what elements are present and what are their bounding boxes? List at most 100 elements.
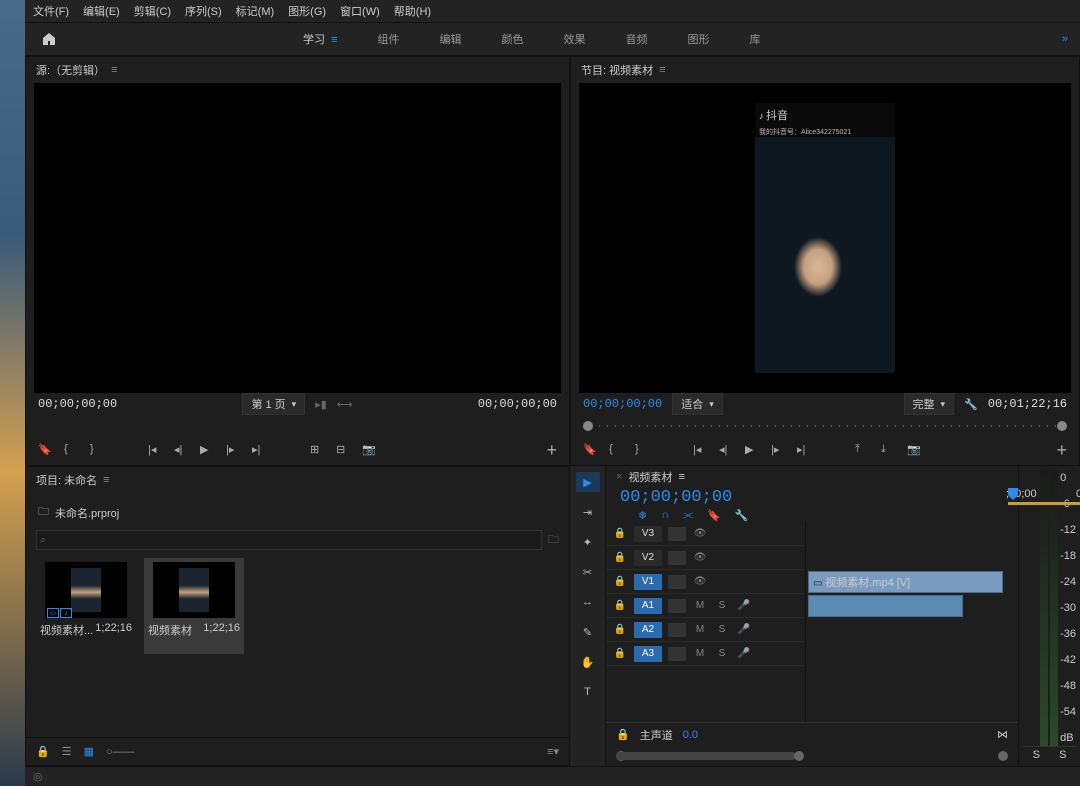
marker-icon[interactable]: 🔖 xyxy=(38,443,52,457)
program-title: 节目: 视频素材 xyxy=(581,62,653,78)
new-bin-icon[interactable]: 🗀 xyxy=(548,531,559,550)
project-bin-item[interactable]: 视频素材1;22;16 xyxy=(144,558,244,654)
track-v3[interactable]: 🔒V3👁 xyxy=(606,522,805,546)
panel-menu-icon[interactable]: ≡ xyxy=(111,64,117,76)
source-viewer[interactable] xyxy=(34,83,561,393)
workspace-editing[interactable]: 编辑 xyxy=(434,27,468,51)
step-fwd-icon[interactable]: ▸▮ xyxy=(315,398,327,411)
in-point-icon[interactable]: { xyxy=(64,443,78,457)
menu-edit[interactable]: 编辑(E) xyxy=(83,3,120,19)
workspace-bar: 学习 ≡ 组件 编辑 颜色 效果 音频 图形 库 » xyxy=(25,22,1080,56)
menu-clip[interactable]: 剪辑(C) xyxy=(134,3,171,19)
project-title: 项目: 未命名 xyxy=(36,472,97,488)
play-icon[interactable]: ▶ xyxy=(200,443,214,457)
track-v2[interactable]: 🔒V2👁 xyxy=(606,546,805,570)
wrench-icon[interactable]: 🔧 xyxy=(964,398,978,411)
workspace-assembly[interactable]: 组件 xyxy=(372,27,406,51)
marker-icon[interactable]: 🔖 xyxy=(707,509,721,522)
track-a2[interactable]: 🔒A2MS🎤 xyxy=(606,618,805,642)
lift-icon[interactable]: ⤒ xyxy=(855,443,869,457)
timeline-ruler[interactable]: ;00;00 00;00;29;29 00;00;59;28 00;01;29;… xyxy=(1006,488,1018,508)
master-track[interactable]: 🔒主声道 0.0 ⋈ xyxy=(606,722,1018,746)
timeline-tracks[interactable]: ▭ 视频素材.mp4 [V] xyxy=(806,522,1018,722)
goto-out-icon[interactable]: ▸| xyxy=(797,443,811,457)
menu-marker[interactable]: 标记(M) xyxy=(236,3,275,19)
panel-menu-icon[interactable]: ≡ xyxy=(678,471,684,483)
project-bin-item[interactable]: ▭♪ 视频素材...1;22;16 xyxy=(36,558,136,654)
loop-icon[interactable]: ⟷ xyxy=(337,398,353,411)
sort-icon[interactable]: ≡▾ xyxy=(547,745,559,758)
extract-icon[interactable]: ⤓ xyxy=(881,443,895,457)
magnet-icon[interactable]: ∩ xyxy=(661,509,669,522)
project-search-input[interactable] xyxy=(36,530,542,550)
settings-icon[interactable]: 🔧 xyxy=(735,509,749,522)
track-v1[interactable]: 🔒V1👁 xyxy=(606,570,805,594)
button-editor-icon[interactable]: + xyxy=(546,440,557,461)
program-monitor-panel: 节目: 视频素材 ≡ ♪ 抖音 我的抖音号：Alice342275021 00;… xyxy=(570,56,1080,466)
workspace-learning[interactable]: 学习 ≡ xyxy=(297,27,344,51)
track-a1[interactable]: 🔒A1MS🎤 xyxy=(606,594,805,618)
step-fwd-icon[interactable]: |▸ xyxy=(226,443,240,457)
panel-menu-icon[interactable]: ≡ xyxy=(103,474,109,486)
workspace-audio[interactable]: 音频 xyxy=(620,27,654,51)
in-point-icon[interactable]: { xyxy=(609,443,623,457)
home-icon[interactable] xyxy=(37,27,61,51)
workspace-overflow-icon[interactable]: » xyxy=(1062,33,1068,45)
timeline-zoom-scroll[interactable] xyxy=(616,748,1008,764)
goto-out-icon[interactable]: ▸| xyxy=(252,443,266,457)
quality-select[interactable]: 完整▾ xyxy=(904,393,955,415)
export-frame-icon[interactable]: 📷 xyxy=(907,443,921,457)
step-back-icon[interactable]: ◂| xyxy=(174,443,188,457)
overwrite-icon[interactable]: ⊟ xyxy=(336,443,350,457)
track-select-tool-icon[interactable]: ⇥ xyxy=(576,502,600,522)
out-point-icon[interactable]: } xyxy=(635,443,649,457)
video-clip[interactable]: ▭ 视频素材.mp4 [V] xyxy=(808,571,1003,593)
goto-in-icon[interactable]: |◂ xyxy=(693,443,707,457)
audio-clip[interactable] xyxy=(808,595,963,617)
link-icon[interactable]: ⫘ xyxy=(683,509,693,522)
menu-help[interactable]: 帮助(H) xyxy=(394,3,431,19)
export-frame-icon[interactable]: 📷 xyxy=(362,443,376,457)
menu-sequence[interactable]: 序列(S) xyxy=(185,3,222,19)
snap-icon[interactable]: ❄ xyxy=(638,509,647,522)
menu-graphics[interactable]: 图形(G) xyxy=(288,3,326,19)
insert-icon[interactable]: ⊞ xyxy=(310,443,324,457)
list-view-icon[interactable]: ☰ xyxy=(62,745,72,758)
timeline-timecode[interactable]: 00;00;00;00 xyxy=(620,488,792,507)
step-back-icon[interactable]: ◂| xyxy=(719,443,733,457)
out-point-icon[interactable]: } xyxy=(90,443,104,457)
track-headers: 🔒V3👁 🔒V2👁 🔒V1👁 🔒A1MS🎤 🔒A2MS🎤 🔒A3MS🎤 xyxy=(606,522,806,722)
workspace-color[interactable]: 颜色 xyxy=(496,27,530,51)
source-page-select[interactable]: 第 1 页▾ xyxy=(242,393,305,415)
source-scrubber[interactable] xyxy=(38,415,557,435)
ripple-tool-icon[interactable]: ✦ xyxy=(576,532,600,552)
goto-in-icon[interactable]: |◂ xyxy=(148,443,162,457)
program-scrubber[interactable] xyxy=(583,415,1067,435)
play-icon[interactable]: ▶ xyxy=(745,443,759,457)
workspace-library[interactable]: 库 xyxy=(744,27,767,51)
menu-file[interactable]: 文件(F) xyxy=(33,3,69,19)
type-tool-icon[interactable]: T xyxy=(576,682,600,702)
source-tc-right: 00;00;00;00 xyxy=(478,397,557,411)
program-tc-right: 00;01;22;16 xyxy=(988,397,1067,411)
write-lock-icon[interactable]: 🔒 xyxy=(36,745,50,758)
selection-tool-icon[interactable]: ▶ xyxy=(576,472,600,492)
razor-tool-icon[interactable]: ✂ xyxy=(576,562,600,582)
hand-tool-icon[interactable]: ✋ xyxy=(576,652,600,672)
menu-window[interactable]: 窗口(W) xyxy=(340,3,380,19)
zoom-slider[interactable]: ○—— xyxy=(106,746,135,758)
icon-view-icon[interactable]: ▦ xyxy=(84,745,94,758)
search-icon: ⌕ xyxy=(40,534,46,547)
workspace-graphics[interactable]: 图形 xyxy=(682,27,716,51)
cc-icon[interactable]: ◎ xyxy=(33,770,43,783)
button-editor-icon[interactable]: + xyxy=(1056,440,1067,461)
slip-tool-icon[interactable]: ↔ xyxy=(576,592,600,612)
panel-menu-icon[interactable]: ≡ xyxy=(659,64,665,76)
pen-tool-icon[interactable]: ✎ xyxy=(576,622,600,642)
marker-icon[interactable]: 🔖 xyxy=(583,443,597,457)
workspace-effects[interactable]: 效果 xyxy=(558,27,592,51)
fit-select[interactable]: 适合▾ xyxy=(672,393,723,415)
program-viewer[interactable]: ♪ 抖音 我的抖音号：Alice342275021 xyxy=(579,83,1071,393)
track-a3[interactable]: 🔒A3MS🎤 xyxy=(606,642,805,666)
step-fwd-icon[interactable]: |▸ xyxy=(771,443,785,457)
